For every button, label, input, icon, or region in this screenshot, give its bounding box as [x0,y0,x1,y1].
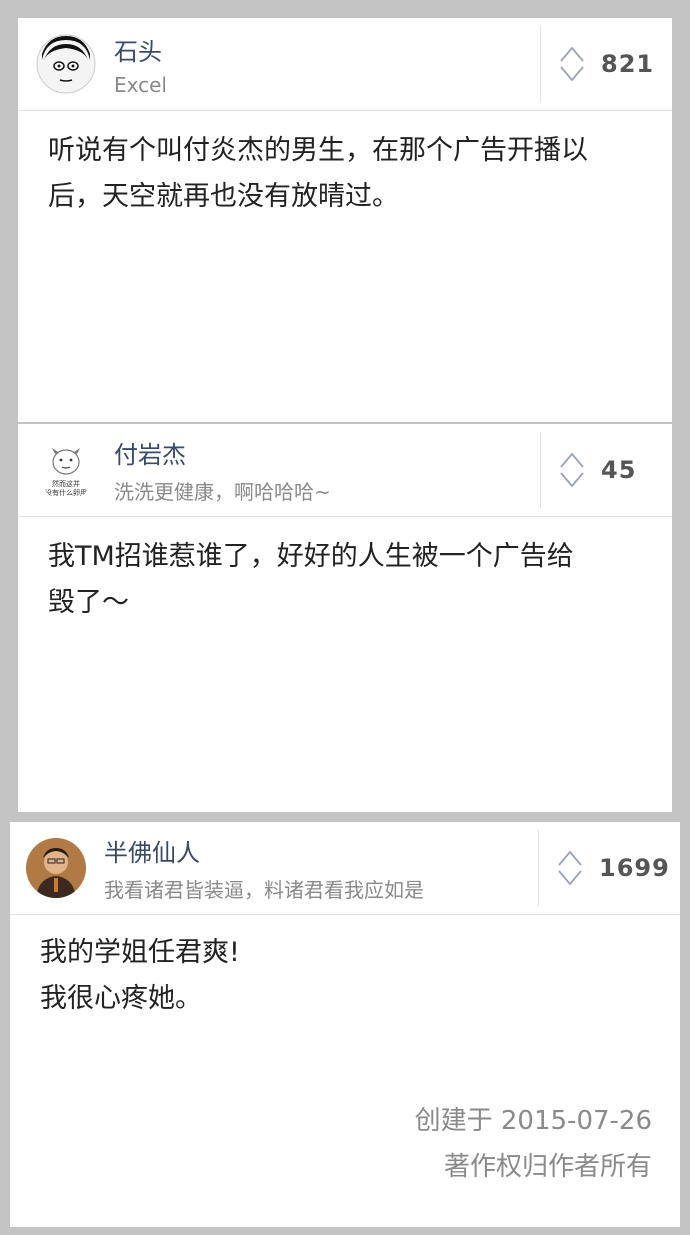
answer-line: 毁了～ [48,587,129,618]
meme-face-icon: 然而这并 没有什么卵用 [36,440,96,500]
answer-header: 半佛仙人 我看诸君皆装逼，料诸君看我应如是 1699 [10,822,680,915]
vote-arrows-icon [560,46,584,82]
avatar[interactable] [36,34,96,94]
answer-line: 我的学姐任君爽! [40,937,240,968]
cartoon-face-icon [36,34,96,94]
answer-line: 听说有个叫付炎杰的男生，在那个广告开播以 [48,135,588,166]
answer-card-1: 石头 Excel 821 听说有个叫付炎杰的男生，在那个广告开播以 后，天空就再… [18,18,672,422]
avatar-caption-line: 然而这并 [52,479,80,488]
author-name[interactable]: 付岩杰 [114,435,540,470]
author-meta: 付岩杰 洗洗更健康，啊哈哈哈~ [114,435,540,505]
answer-header: 然而这并 没有什么卵用 付岩杰 洗洗更健康，啊哈哈哈~ 45 [18,424,672,517]
author-name[interactable]: 石头 [114,32,540,67]
author-signature: 我看诸君皆装逼，料诸君看我应如是 [104,878,424,902]
vote-count: 1699 [599,854,670,882]
vote-button[interactable]: 45 [540,432,672,508]
author-meta: 石头 Excel [114,32,540,97]
answer-footer: 创建于 2015-07-26 著作权归作者所有 [415,1098,652,1190]
avatar-caption-line: 没有什么卵用 [45,488,87,497]
user-photo-icon [26,838,86,898]
answer-text: 听说有个叫付炎杰的男生，在那个广告开播以 后，天空就再也没有放晴过。 [48,128,644,220]
vote-count: 45 [601,456,637,484]
vote-button[interactable]: 821 [540,26,672,102]
avatar[interactable] [26,838,86,898]
answer-text: 我的学姐任君爽! 我很心疼她。 [40,930,652,1022]
avatar[interactable]: 然而这并 没有什么卵用 [36,440,96,500]
author-meta: 半佛仙人 我看诸君皆装逼，料诸君看我应如是 [104,833,538,903]
vote-arrows-icon [558,850,582,886]
answer-card-2: 然而这并 没有什么卵用 付岩杰 洗洗更健康，啊哈哈哈~ 45 我TM招谁惹谁了，… [18,424,672,812]
vote-button[interactable]: 1699 [538,830,680,906]
vote-count: 821 [601,50,655,78]
author-signature: 洗洗更健康，啊哈哈哈~ [114,480,331,504]
author-name[interactable]: 半佛仙人 [104,833,538,868]
answer-line: 后，天空就再也没有放晴过。 [48,181,399,212]
answer-header: 石头 Excel 821 [18,18,672,111]
copyright-notice: 著作权归作者所有 [443,1152,652,1182]
answer-text: 我TM招谁惹谁了，好好的人生被一个广告给 毁了～ [48,534,644,626]
vote-arrows-icon [560,452,584,488]
answer-card-3: 半佛仙人 我看诸君皆装逼，料诸君看我应如是 1699 我的学姐任君爽! 我很心疼… [10,822,680,1227]
answer-line: 我TM招谁惹谁了，好好的人生被一个广告给 [48,541,574,572]
answer-line: 我很心疼她。 [40,983,202,1014]
author-signature: Excel [114,72,167,97]
created-date: 创建于 2015-07-26 [414,1106,652,1136]
